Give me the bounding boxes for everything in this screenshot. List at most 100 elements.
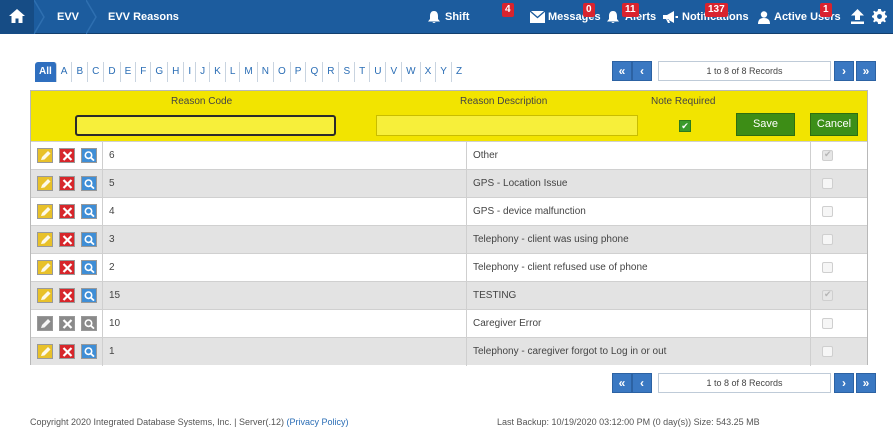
reason-description-cell: Telephony - caregiver forgot to Log in o…	[473, 346, 667, 357]
save-button[interactable]: Save	[736, 113, 795, 136]
previous-page-button[interactable]: ‹	[632, 61, 652, 81]
copyright-text: Copyright 2020 Integrated Database Syste…	[30, 417, 349, 427]
table-row: 4 GPS - device malfunction	[31, 197, 867, 226]
note-required-checkbox	[822, 346, 833, 357]
delete-icon[interactable]	[59, 344, 75, 359]
column-divider	[102, 338, 103, 366]
last-page-button[interactable]: »	[856, 373, 876, 393]
edit-icon[interactable]	[37, 316, 53, 331]
filter-letter-i[interactable]: I	[184, 62, 197, 82]
filter-letter-k[interactable]: K	[210, 62, 226, 82]
filter-letter-n[interactable]: N	[258, 62, 274, 82]
shift-requests-link[interactable]: Shift Requests 4	[428, 0, 520, 57]
delete-icon[interactable]	[59, 148, 75, 163]
reasons-grid: Reason Code Reason Description Note Requ…	[30, 90, 868, 366]
gear-icon[interactable]	[872, 9, 887, 24]
filter-letter-v[interactable]: V	[386, 62, 403, 82]
filter-letter-q[interactable]: Q	[306, 62, 324, 82]
note-required-checkbox	[822, 206, 833, 217]
filter-letter-h[interactable]: H	[168, 62, 185, 82]
shift-requests-badge: 4	[502, 3, 514, 17]
filter-letter-p[interactable]: P	[291, 62, 307, 82]
active-users-link[interactable]: Active Users 1	[758, 0, 843, 34]
filter-letter-g[interactable]: G	[151, 62, 169, 82]
messages-link[interactable]: Messages 0	[530, 0, 601, 34]
previous-page-button[interactable]: ‹	[632, 373, 652, 393]
column-divider	[466, 254, 467, 282]
breadcrumb-evv[interactable]: EVV	[57, 0, 79, 34]
filter-letter-c[interactable]: C	[88, 62, 105, 82]
reason-code-cell: 15	[109, 290, 121, 301]
delete-icon[interactable]	[59, 232, 75, 247]
notifications-link[interactable]: Notifications 137	[663, 0, 751, 34]
view-icon[interactable]	[81, 232, 97, 247]
filter-letter-o[interactable]: O	[274, 62, 291, 82]
filter-letter-a[interactable]: A	[57, 62, 73, 82]
filter-letter-r[interactable]: R	[323, 62, 340, 82]
filter-letter-e[interactable]: E	[121, 62, 137, 82]
reason-code-input[interactable]	[75, 115, 336, 136]
delete-icon[interactable]	[59, 204, 75, 219]
table-row: 15 TESTING	[31, 281, 867, 310]
view-icon[interactable]	[81, 344, 97, 359]
filter-letter-y[interactable]: Y	[436, 62, 452, 82]
reason-code-cell: 1	[109, 346, 115, 357]
first-page-button[interactable]: «	[612, 61, 632, 81]
edit-icon[interactable]	[37, 344, 53, 359]
filter-letter-s[interactable]: S	[339, 62, 356, 82]
filter-letter-u[interactable]: U	[370, 62, 387, 82]
note-required-checkbox[interactable]: ✔	[679, 120, 691, 132]
edit-icon[interactable]	[37, 260, 53, 275]
messages-badge: 0	[583, 3, 595, 17]
column-divider	[102, 198, 103, 226]
cancel-button[interactable]: Cancel	[810, 113, 858, 136]
delete-icon[interactable]	[59, 176, 75, 191]
filter-letter-m[interactable]: M	[240, 62, 258, 82]
table-row: 3 Telephony - client was using phone	[31, 225, 867, 254]
edit-icon[interactable]	[37, 148, 53, 163]
column-reason-description[interactable]: Reason Description	[460, 96, 547, 107]
filter-all[interactable]: All	[35, 62, 57, 82]
view-icon[interactable]	[81, 316, 97, 331]
view-icon[interactable]	[81, 204, 97, 219]
filter-letter-l[interactable]: L	[226, 62, 241, 82]
edit-icon[interactable]	[37, 288, 53, 303]
filter-letter-w[interactable]: W	[402, 62, 421, 82]
view-icon[interactable]	[81, 148, 97, 163]
next-page-button[interactable]: ›	[834, 373, 854, 393]
upload-icon[interactable]	[851, 9, 864, 24]
copyright-label: Copyright 2020 Integrated Database Syste…	[30, 417, 284, 427]
delete-icon[interactable]	[59, 260, 75, 275]
column-divider	[102, 282, 103, 310]
delete-icon[interactable]	[59, 288, 75, 303]
alerts-link[interactable]: Alerts 11	[607, 0, 657, 34]
filter-letter-j[interactable]: J	[196, 62, 211, 82]
filter-letter-z[interactable]: Z	[452, 62, 466, 82]
column-divider	[102, 170, 103, 198]
reason-description-input[interactable]	[376, 115, 638, 136]
column-reason-code[interactable]: Reason Code	[171, 96, 232, 107]
first-page-button[interactable]: «	[612, 373, 632, 393]
filter-letter-x[interactable]: X	[421, 62, 437, 82]
note-required-checkbox	[822, 318, 833, 329]
edit-icon[interactable]	[37, 176, 53, 191]
view-icon[interactable]	[81, 176, 97, 191]
next-page-button[interactable]: ›	[834, 61, 854, 81]
filter-letter-f[interactable]: F	[136, 62, 152, 82]
view-icon[interactable]	[81, 260, 97, 275]
delete-icon[interactable]	[59, 316, 75, 331]
column-divider	[102, 142, 103, 170]
megaphone-icon	[663, 11, 678, 23]
filter-letter-d[interactable]: D	[104, 62, 121, 82]
last-page-button[interactable]: »	[856, 61, 876, 81]
filter-letter-b[interactable]: B	[72, 62, 89, 82]
edit-icon[interactable]	[37, 204, 53, 219]
privacy-policy-link[interactable]: (Privacy Policy)	[286, 417, 348, 427]
table-row: 5 GPS - Location Issue	[31, 169, 867, 198]
view-icon[interactable]	[81, 288, 97, 303]
column-note-required[interactable]: Note Required	[651, 96, 715, 107]
edit-icon[interactable]	[37, 232, 53, 247]
home-button[interactable]	[0, 0, 34, 34]
note-required-checkbox	[822, 149, 833, 161]
filter-letter-t[interactable]: T	[355, 62, 371, 82]
